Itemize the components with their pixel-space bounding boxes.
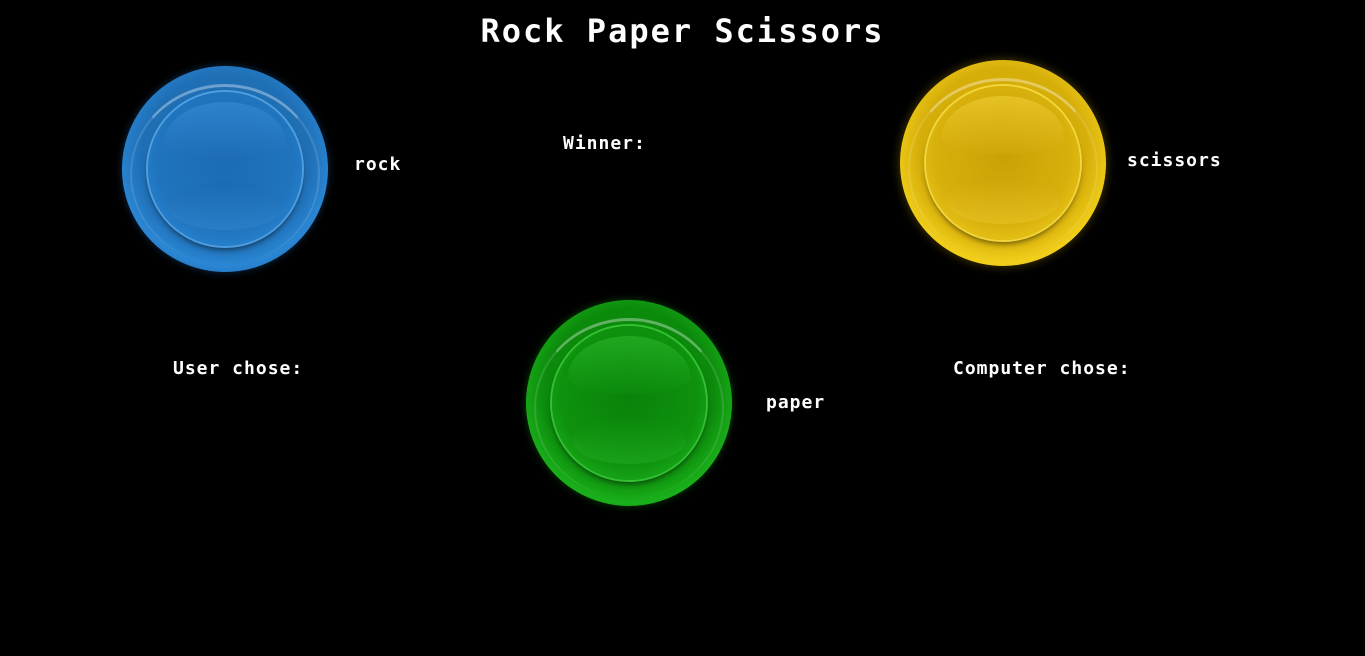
scissors-label: scissors — [1127, 150, 1222, 171]
computer-chose-label: Computer chose: — [953, 358, 1131, 379]
page-title: Rock Paper Scissors — [480, 12, 885, 50]
paper-button[interactable] — [526, 300, 732, 506]
scissors-button-cap — [926, 86, 1080, 240]
rock-button-cap — [148, 92, 302, 246]
user-chose-label: User chose: — [173, 358, 304, 379]
paper-button-cap — [552, 326, 706, 480]
rock-label: rock — [354, 154, 402, 175]
paper-label: paper — [766, 392, 826, 413]
scissors-button[interactable] — [900, 60, 1106, 266]
winner-label: Winner: — [563, 133, 646, 154]
rock-button[interactable] — [122, 66, 328, 272]
